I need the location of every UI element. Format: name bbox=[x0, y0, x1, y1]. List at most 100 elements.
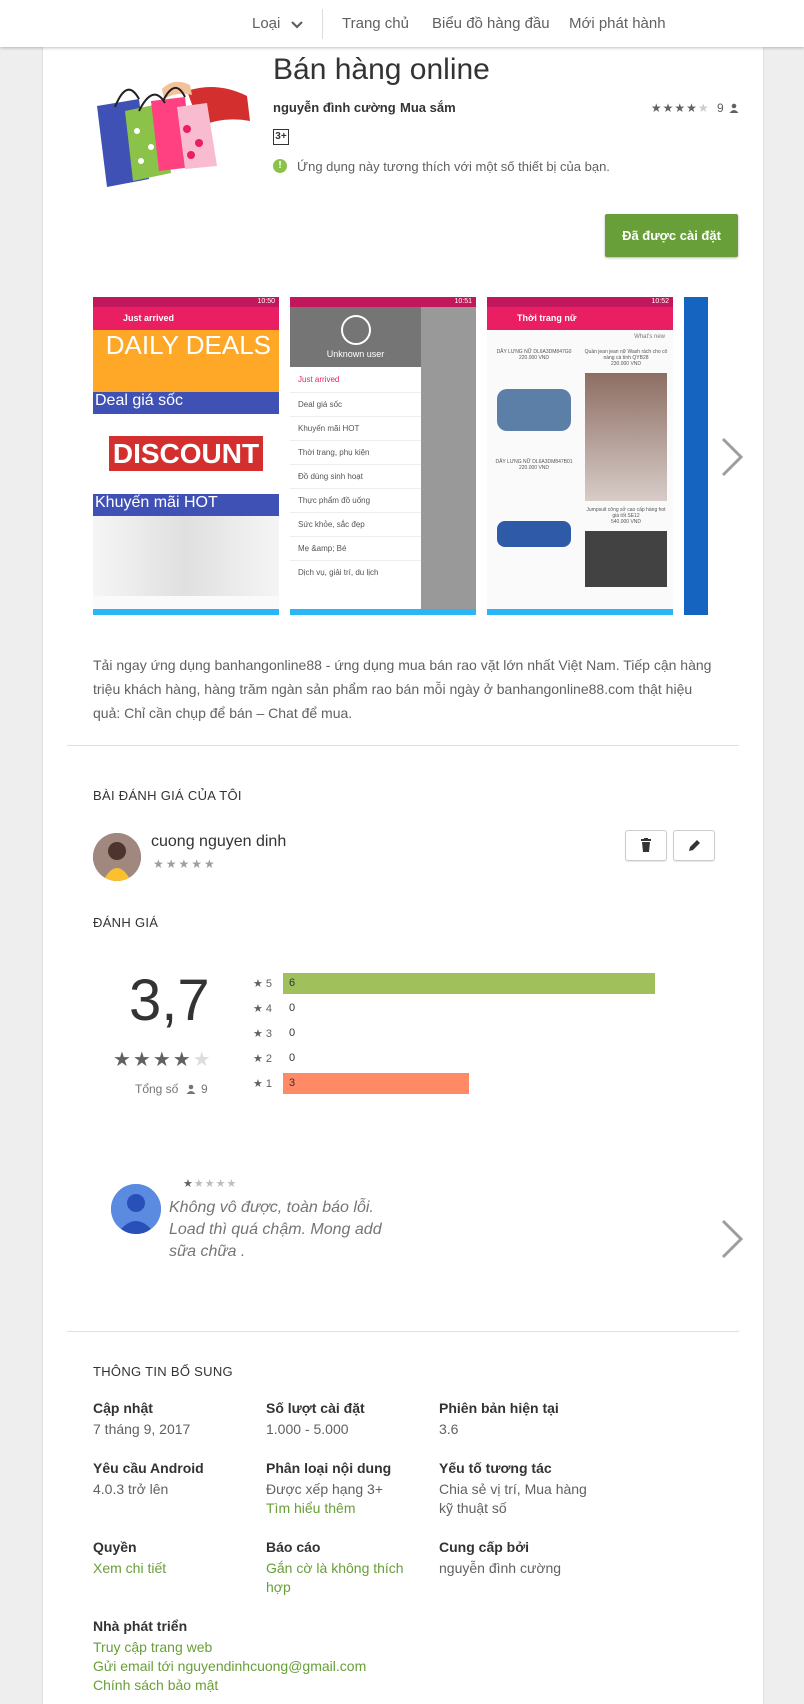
product-price: 220.000 VND bbox=[518, 355, 550, 361]
nav-top-charts[interactable]: Biểu đồ hàng đầu bbox=[432, 0, 550, 47]
discount-banner: DISCOUNT bbox=[93, 414, 279, 494]
info-version: Phiên bản hiện tại 3.6 bbox=[439, 1400, 599, 1439]
histogram-star-label: ★ 2 bbox=[253, 1053, 273, 1065]
app-description: Tải ngay ứng dụng banhangonline88 - ứng … bbox=[93, 657, 712, 721]
screenshot-4-partial[interactable] bbox=[684, 297, 708, 615]
drawer-item: Khuyến mãi HOT bbox=[290, 416, 421, 440]
info-label: Yêu cầu Android bbox=[93, 1460, 204, 1476]
drawer-item: Thực phẩm đồ uống bbox=[290, 488, 421, 512]
info-icon: ! bbox=[273, 159, 287, 173]
info-value: 1.000 - 5.000 bbox=[266, 1421, 349, 1437]
nav-home[interactable]: Trang chủ bbox=[342, 0, 409, 47]
info-offered-by: Cung cấp bởi nguyễn đình cường bbox=[439, 1539, 619, 1578]
histogram-bar: 3 bbox=[283, 1073, 469, 1094]
category-link[interactable]: Mua sắm bbox=[400, 100, 456, 115]
info-value: Được xếp hạng 3+ bbox=[266, 1481, 384, 1497]
info-value: 3.6 bbox=[439, 1421, 459, 1437]
hot-banner: Khuyến mãi HOT bbox=[93, 494, 279, 516]
screenshot-toolbar: Thời trang nữ bbox=[487, 307, 673, 330]
drawer-item: Thời trang, phụ kiện bbox=[290, 440, 421, 464]
my-review-stars[interactable]: ★★★★★ bbox=[153, 857, 217, 871]
screenshot-1[interactable]: 10:50 Just arrived DAILY DEALS Deal giá … bbox=[93, 297, 279, 615]
chevron-down-icon bbox=[290, 1, 303, 48]
discount-text: DISCOUNT bbox=[108, 436, 264, 471]
developer-link[interactable]: nguyễn đình cường bbox=[273, 100, 396, 115]
deal-banner: Deal giá sốc bbox=[93, 392, 279, 414]
histogram-star-label: ★ 5 bbox=[253, 978, 273, 990]
info-developer: Nhà phát triển Truy cập trang web Gửi em… bbox=[93, 1618, 493, 1695]
my-avatar bbox=[93, 833, 141, 881]
info-value: Chia sẻ vị trí, Mua hàng kỹ thuật số bbox=[439, 1481, 587, 1516]
histogram-bar: 6 bbox=[283, 973, 655, 994]
installed-button[interactable]: Đã được cài đặt bbox=[605, 214, 738, 257]
screenshots-next-arrow[interactable] bbox=[719, 435, 745, 489]
info-interactive: Yếu tố tương tác Chia sẻ vị trí, Mua hàn… bbox=[439, 1460, 599, 1518]
drawer-item: Just arrived bbox=[298, 375, 340, 384]
screenshot-2[interactable]: 10:51 Unknown user Just arrived Deal giá… bbox=[290, 297, 476, 615]
info-report: Báo cáo Gắn cờ là không thích hợp bbox=[266, 1539, 416, 1597]
flag-link[interactable]: Gắn cờ là không thích hợp bbox=[266, 1559, 416, 1597]
drawer-item: Deal giá sốc bbox=[290, 392, 421, 416]
info-label: Cung cấp bởi bbox=[439, 1539, 530, 1555]
sort-label: What's new bbox=[634, 334, 665, 340]
my-review-user: cuong nguyen dinh bbox=[151, 833, 287, 850]
rating-score: 3,7 bbox=[129, 968, 210, 1033]
histogram-bar: 0 bbox=[289, 1052, 296, 1064]
histogram-star-label: ★ 3 bbox=[253, 1028, 273, 1040]
daily-deals-banner: DAILY DEALS bbox=[93, 330, 279, 392]
product-name: Jumpsuit công sở cao cấp hàng hot giá tố… bbox=[586, 507, 666, 519]
permissions-link[interactable]: Xem chi tiết bbox=[93, 1559, 253, 1578]
product-price: 230.000 VND bbox=[610, 361, 642, 367]
developer-email-link[interactable]: Gửi email tới nguyendinhcuong@gmail.com bbox=[93, 1657, 493, 1676]
rating-total: Tổng số 9 bbox=[135, 1082, 208, 1097]
review-text: Không vô được, toàn báo lỗi. Load thì qu… bbox=[169, 1199, 382, 1260]
status-time: 10:51 bbox=[290, 297, 476, 307]
drawer-item: Đồ dùng sinh hoạt bbox=[290, 464, 421, 488]
total-count: 9 bbox=[201, 1082, 208, 1096]
category-dropdown[interactable]: Loại bbox=[252, 0, 303, 47]
drawer-user: Unknown user bbox=[326, 349, 385, 359]
info-label: Số lượt cài đặt bbox=[266, 1400, 365, 1416]
info-value: 7 tháng 9, 2017 bbox=[93, 1421, 191, 1437]
nav-new-releases[interactable]: Mới phát hành bbox=[569, 0, 666, 47]
edit-review-button[interactable] bbox=[673, 830, 715, 861]
histogram-star-label: ★ 1 bbox=[253, 1078, 273, 1090]
privacy-policy-link[interactable]: Chính sách bảo mật bbox=[93, 1676, 493, 1695]
info-value: nguyễn đình cường bbox=[439, 1560, 562, 1576]
info-content-rating: Phân loại nội dung Được xếp hạng 3+ Tìm … bbox=[266, 1460, 426, 1518]
screenshot-3[interactable]: 10:52 Thời trang nữ What's new DÂY LƯNG … bbox=[487, 297, 673, 615]
people-image bbox=[93, 516, 279, 596]
info-permissions: Quyền Xem chi tiết bbox=[93, 1539, 253, 1578]
learn-more-link[interactable]: Tìm hiểu thêm bbox=[266, 1499, 426, 1518]
info-label: Nhà phát triển bbox=[93, 1618, 188, 1634]
product-price: 220.000 VND bbox=[518, 465, 550, 471]
drawer-item: Mẹ &amp; Bé bbox=[290, 536, 421, 560]
reviews-next-arrow[interactable] bbox=[719, 1217, 745, 1271]
person-icon bbox=[729, 102, 739, 116]
info-value: 4.0.3 trở lên bbox=[93, 1481, 169, 1497]
delete-review-button[interactable] bbox=[625, 830, 667, 861]
drawer-item: Sức khỏe, sắc đẹp bbox=[290, 512, 421, 536]
additional-info-heading: THÔNG TIN BỔ SUNG bbox=[93, 1364, 233, 1379]
info-label: Phiên bản hiện tại bbox=[439, 1400, 559, 1416]
rating-count: 9 bbox=[716, 101, 724, 115]
drawer-item: Dịch vụ, giải trí, du lịch bbox=[290, 560, 421, 584]
divider bbox=[67, 745, 739, 746]
developer-website-link[interactable]: Truy cập trang web bbox=[93, 1638, 493, 1657]
status-time: 10:52 bbox=[487, 297, 673, 307]
histogram-bar: 0 bbox=[289, 1027, 296, 1039]
app-details-card: Bán hàng online nguyễn đình cường Mua sắ… bbox=[43, 47, 763, 1704]
person-icon bbox=[186, 1083, 196, 1097]
info-label: Quyền bbox=[93, 1539, 137, 1555]
app-icon bbox=[67, 51, 250, 234]
product-name: Quần jean jean nữ Wash rách cho cô nàng … bbox=[584, 349, 668, 361]
rating-stars-small: ★★★★★ bbox=[650, 101, 710, 115]
ratings-heading: ĐÁNH GIÁ bbox=[93, 915, 159, 930]
info-label: Báo cáo bbox=[266, 1539, 321, 1555]
screenshot-toolbar: Just arrived bbox=[93, 307, 279, 330]
info-label: Yếu tố tương tác bbox=[439, 1460, 552, 1476]
content-rating-badge: 3+ bbox=[273, 129, 289, 145]
app-title: Bán hàng online bbox=[273, 53, 490, 86]
product-price: 540.000 VND bbox=[610, 519, 642, 525]
category-label: Loại bbox=[252, 15, 281, 32]
